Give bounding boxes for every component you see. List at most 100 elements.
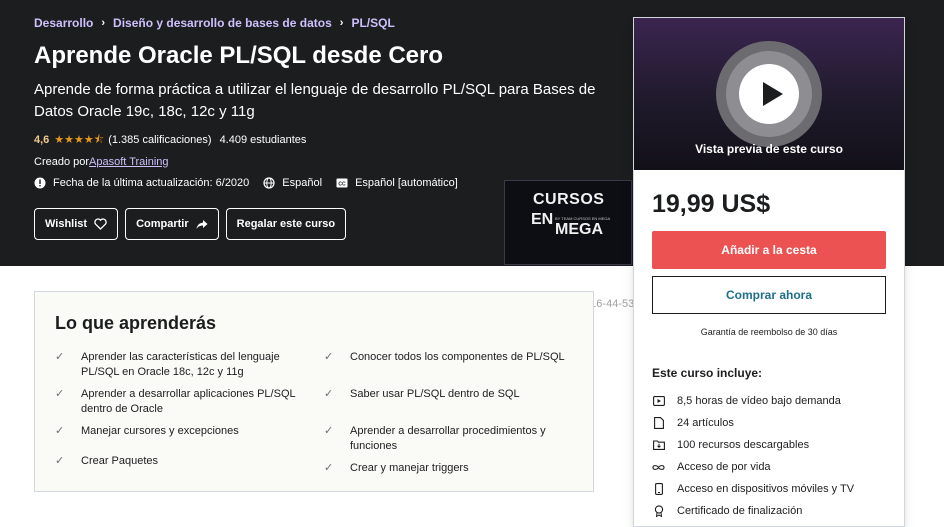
- star-icon: ★: [83, 133, 94, 146]
- check-icon: ✓: [55, 388, 65, 400]
- includes-item-text: 24 artículos: [677, 417, 734, 429]
- rating-number: 4,6: [34, 134, 50, 146]
- add-to-cart-button[interactable]: Añadir a la cesta: [652, 231, 886, 269]
- course-preview[interactable]: Vista previa de este curso: [634, 18, 904, 170]
- course-title: Aprende Oracle PL/SQL desde Cero: [34, 42, 444, 69]
- author-link[interactable]: Apasoft Training: [89, 156, 169, 168]
- learn-item: ✓ Aprender a desarrollar procedimientos y…: [324, 424, 574, 454]
- preview-label: Vista previa de este curso: [695, 142, 843, 156]
- includes-item: 100 recursos descargables: [652, 434, 892, 456]
- includes-item-text: 8,5 horas de vídeo bajo demanda: [677, 395, 841, 407]
- includes-item: Acceso de por vida: [652, 456, 892, 478]
- wishlist-button[interactable]: Wishlist: [34, 208, 119, 240]
- check-icon: ✓: [55, 425, 65, 437]
- course-meta: Fecha de la última actualización: 6/2020…: [34, 177, 472, 189]
- share-button[interactable]: Compartir: [125, 208, 219, 240]
- captions-text: Español [automático]: [355, 177, 458, 189]
- last-update: Fecha de la última actualización: 6/2020: [34, 177, 249, 189]
- includes-item: Acceso en dispositivos móviles y TV: [652, 478, 892, 500]
- breadcrumb-link-desarrollo[interactable]: Desarrollo: [34, 16, 93, 30]
- learn-item: ✓ Saber usar PL/SQL dentro de SQL: [324, 387, 574, 402]
- purchase-sidebar: Vista previa de este curso 19,99 US$ Aña…: [633, 17, 905, 527]
- gift-course-button[interactable]: Regalar este curso: [225, 208, 347, 240]
- certificate-icon: [652, 505, 665, 518]
- learn-item-text: Aprender las características del lenguaj…: [81, 351, 280, 378]
- captions: CC Español [automático]: [336, 177, 458, 189]
- file-icon: [652, 417, 665, 430]
- buy-now-button[interactable]: Comprar ahora: [652, 276, 886, 314]
- check-icon: ✓: [324, 462, 334, 474]
- learn-item: ✓ Manejar cursores y excepciones: [55, 424, 305, 439]
- check-icon: ✓: [324, 351, 334, 363]
- share-arrow-icon: [196, 219, 208, 229]
- chevron-right-icon: ›: [339, 17, 344, 29]
- includes-item-text: Certificado de finalización: [677, 505, 803, 517]
- learn-item-text: Manejar cursores y excepciones: [81, 425, 239, 437]
- infinity-icon: [652, 461, 665, 474]
- learn-item-text: Saber usar PL/SQL dentro de SQL: [350, 388, 520, 400]
- hero-actions: Wishlist Compartir Regalar este curso: [34, 208, 353, 240]
- learn-column-left: ✓ Aprender las características del lengua…: [55, 350, 305, 476]
- check-icon: ✓: [55, 351, 65, 363]
- half-star-icon: ⯪: [93, 133, 105, 146]
- language-text: Español: [282, 177, 323, 189]
- course-subtitle: Aprende de forma práctica a utilizar el …: [34, 81, 596, 120]
- created-by-label: Creado por: [34, 156, 90, 168]
- closed-captions-icon: CC: [336, 178, 348, 188]
- includes-item: Certificado de finalización: [652, 500, 892, 522]
- ratings-count-link[interactable]: (1.385 calificaciones): [108, 134, 211, 146]
- learn-item-text: Conocer todos los componentes de PL/SQL: [350, 351, 565, 363]
- breadcrumb: Desarrollo › Diseño y desarrollo de base…: [34, 16, 395, 30]
- learn-title: Lo que aprenderás: [55, 313, 217, 333]
- includes-item-text: Acceso en dispositivos móviles y TV: [677, 483, 855, 495]
- play-icon: [739, 64, 799, 124]
- chevron-right-icon: ›: [101, 17, 106, 29]
- learn-item-text: Aprender a desarrollar aplicaciones PL/S…: [81, 388, 296, 415]
- learn-item-text: Aprender a desarrollar procedimientos y …: [350, 425, 546, 452]
- promo-text-line3: MEGA: [555, 221, 603, 238]
- rating-stars: ★ ★ ★ ★ ⯪: [54, 133, 105, 146]
- learn-item: ✓ Aprender a desarrollar aplicaciones PL/…: [55, 387, 305, 417]
- globe-icon: [263, 177, 275, 189]
- promo-image: CURSOS EN BY TEAM CURSOS EN MEGA MEGA: [504, 180, 632, 265]
- heart-icon: [94, 218, 107, 230]
- money-back-guarantee: Garantía de reembolso de 30 días: [700, 327, 838, 337]
- includes-item-text: Acceso de por vida: [677, 461, 771, 473]
- star-icon: ★: [64, 133, 75, 146]
- download-folder-icon: [652, 439, 665, 452]
- gift-label: Regalar este curso: [236, 218, 336, 230]
- learn-column-right: ✓ Conocer todos los componentes de PL/SQL…: [324, 350, 574, 483]
- learn-item-text: Crear Paquetes: [81, 455, 159, 467]
- svg-text:CC: CC: [338, 181, 346, 187]
- language: Español: [263, 177, 322, 189]
- mobile-icon: [652, 483, 665, 496]
- share-label: Compartir: [136, 218, 189, 230]
- includes-item: 24 artículos: [652, 412, 892, 434]
- breadcrumb-link-database-design[interactable]: Diseño y desarrollo de bases de datos: [113, 16, 332, 30]
- learn-item-text: Crear y manejar triggers: [350, 462, 469, 474]
- star-icon: ★: [74, 133, 84, 146]
- play-ring: [726, 51, 812, 137]
- includes-title: Este curso incluye:: [652, 366, 763, 380]
- rating-row: 4,6 ★ ★ ★ ★ ⯪ (1.385 calificaciones) 4.4…: [34, 134, 306, 146]
- check-icon: ✓: [324, 425, 334, 437]
- promo-text-line2: EN: [531, 211, 554, 228]
- wishlist-label: Wishlist: [45, 218, 88, 230]
- alert-badge-icon: [34, 177, 46, 189]
- what-you-will-learn: Lo que aprenderás ✓ Aprender las caracter…: [34, 291, 594, 492]
- breadcrumb-link-plsql[interactable]: PL/SQL: [351, 16, 394, 30]
- play-button[interactable]: [716, 41, 822, 147]
- learn-item: ✓ Conocer todos los componentes de PL/SQL: [324, 350, 574, 365]
- play-triangle: [763, 82, 783, 106]
- price: 19,99 US$: [652, 190, 771, 218]
- check-icon: ✓: [55, 455, 65, 467]
- students-count: 4.409 estudiantes: [219, 134, 307, 146]
- learn-item: ✓ Crear Paquetes: [55, 454, 305, 469]
- includes-list: 8,5 horas de vídeo bajo demanda 24 artíc…: [652, 390, 892, 522]
- includes-item: 8,5 horas de vídeo bajo demanda: [652, 390, 892, 412]
- promo-text-line1: CURSOS: [533, 191, 605, 208]
- video-icon: [652, 395, 665, 408]
- last-update-text: Fecha de la última actualización: 6/2020: [53, 177, 250, 189]
- created-by: Creado porApasoft Training: [34, 156, 169, 168]
- learn-item: ✓ Aprender las características del lengua…: [55, 350, 305, 380]
